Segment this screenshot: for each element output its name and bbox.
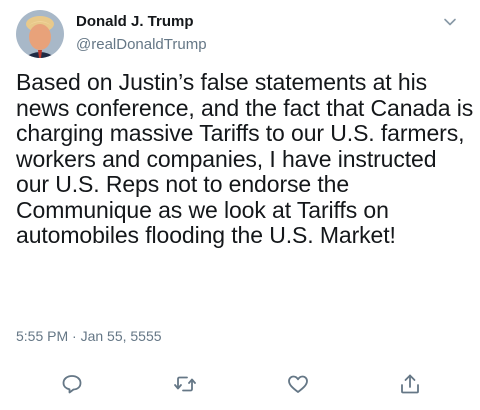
tweet-card: Donald J. Trump @realDonaldTrump Based o… [0,0,480,410]
heart-icon [288,375,308,393]
reply-button[interactable] [60,372,84,396]
retweet-icon [174,376,196,392]
tweet-timestamp[interactable]: 5:55 PM · Jan 55, 5555 [16,328,162,344]
avatar-image [16,10,64,58]
action-bar [0,370,480,400]
reply-icon [62,375,82,394]
tweet-text: Based on Justin’s false statements at hi… [16,69,474,248]
author-handle[interactable]: @realDonaldTrump [76,36,207,53]
chevron-down-icon[interactable] [442,14,458,30]
like-button[interactable] [286,372,310,396]
share-icon [401,374,419,394]
author-name[interactable]: Donald J. Trump [76,13,194,30]
retweet-button[interactable] [173,372,197,396]
avatar[interactable] [16,10,64,58]
share-button[interactable] [398,372,422,396]
